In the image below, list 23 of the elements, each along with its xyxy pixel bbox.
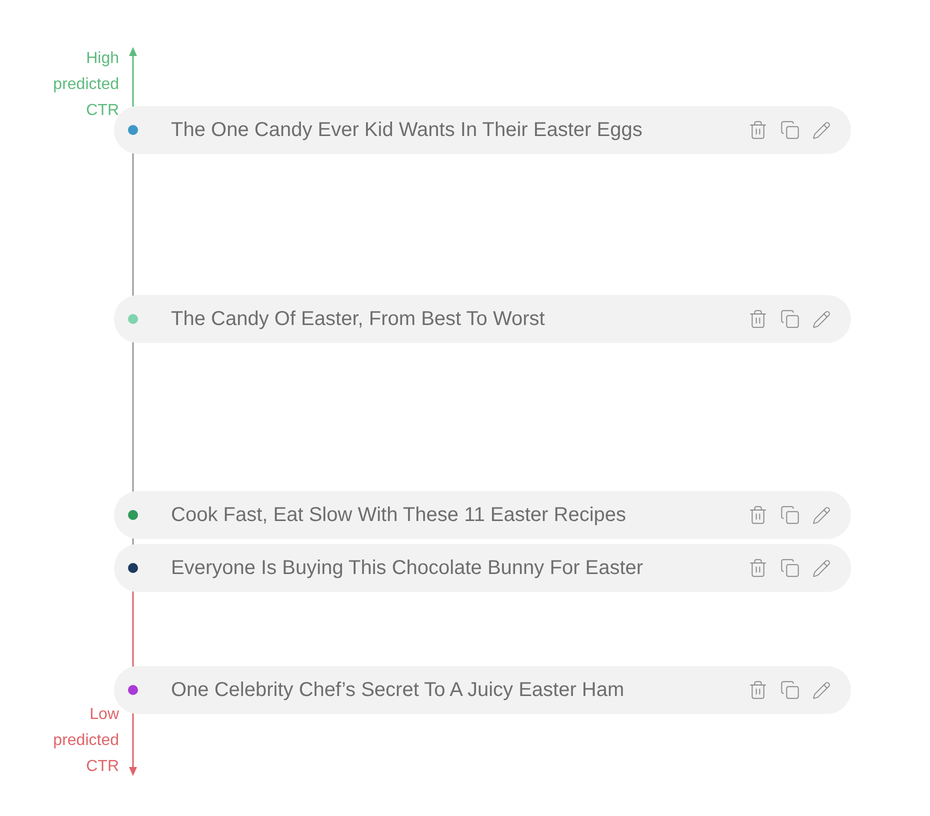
headline-row[interactable]: Cook Fast, Eat Slow With These 11 Easter Recipes: [114, 491, 851, 539]
copy-icon[interactable]: [780, 309, 800, 329]
delete-icon[interactable]: [748, 120, 768, 140]
copy-icon[interactable]: [780, 680, 800, 700]
copy-icon[interactable]: [780, 120, 800, 140]
headline-row[interactable]: The Candy Of Easter, From Best To Worst: [114, 295, 851, 343]
headline-title: Everyone Is Buying This Chocolate Bunny For Easter: [171, 556, 644, 581]
headline-title: The One Candy Ever Kid Wants In Their Easter Eggs: [171, 118, 644, 143]
delete-icon[interactable]: [748, 309, 768, 329]
copy-icon[interactable]: [780, 558, 800, 578]
delete-icon[interactable]: [748, 558, 768, 578]
headline-title: One Celebrity Chef’s Secret To A Juicy Easter Ham: [171, 678, 626, 703]
edit-icon[interactable]: [812, 558, 831, 578]
edit-icon[interactable]: [812, 680, 831, 700]
edit-icon[interactable]: [812, 506, 831, 524]
edit-icon[interactable]: [812, 310, 831, 328]
headline-title: Cook Fast, Eat Slow With These 11 Easter Recipes: [171, 503, 628, 528]
headline-row[interactable]: Everyone Is Buying This Chocolate Bunny For Easter: [114, 544, 851, 592]
headline-title: The Candy Of Easter, From Best To Worst: [171, 307, 546, 332]
delete-icon[interactable]: [748, 505, 768, 525]
delete-icon[interactable]: [748, 680, 768, 700]
copy-icon[interactable]: [780, 505, 800, 525]
edit-icon[interactable]: [812, 120, 831, 140]
